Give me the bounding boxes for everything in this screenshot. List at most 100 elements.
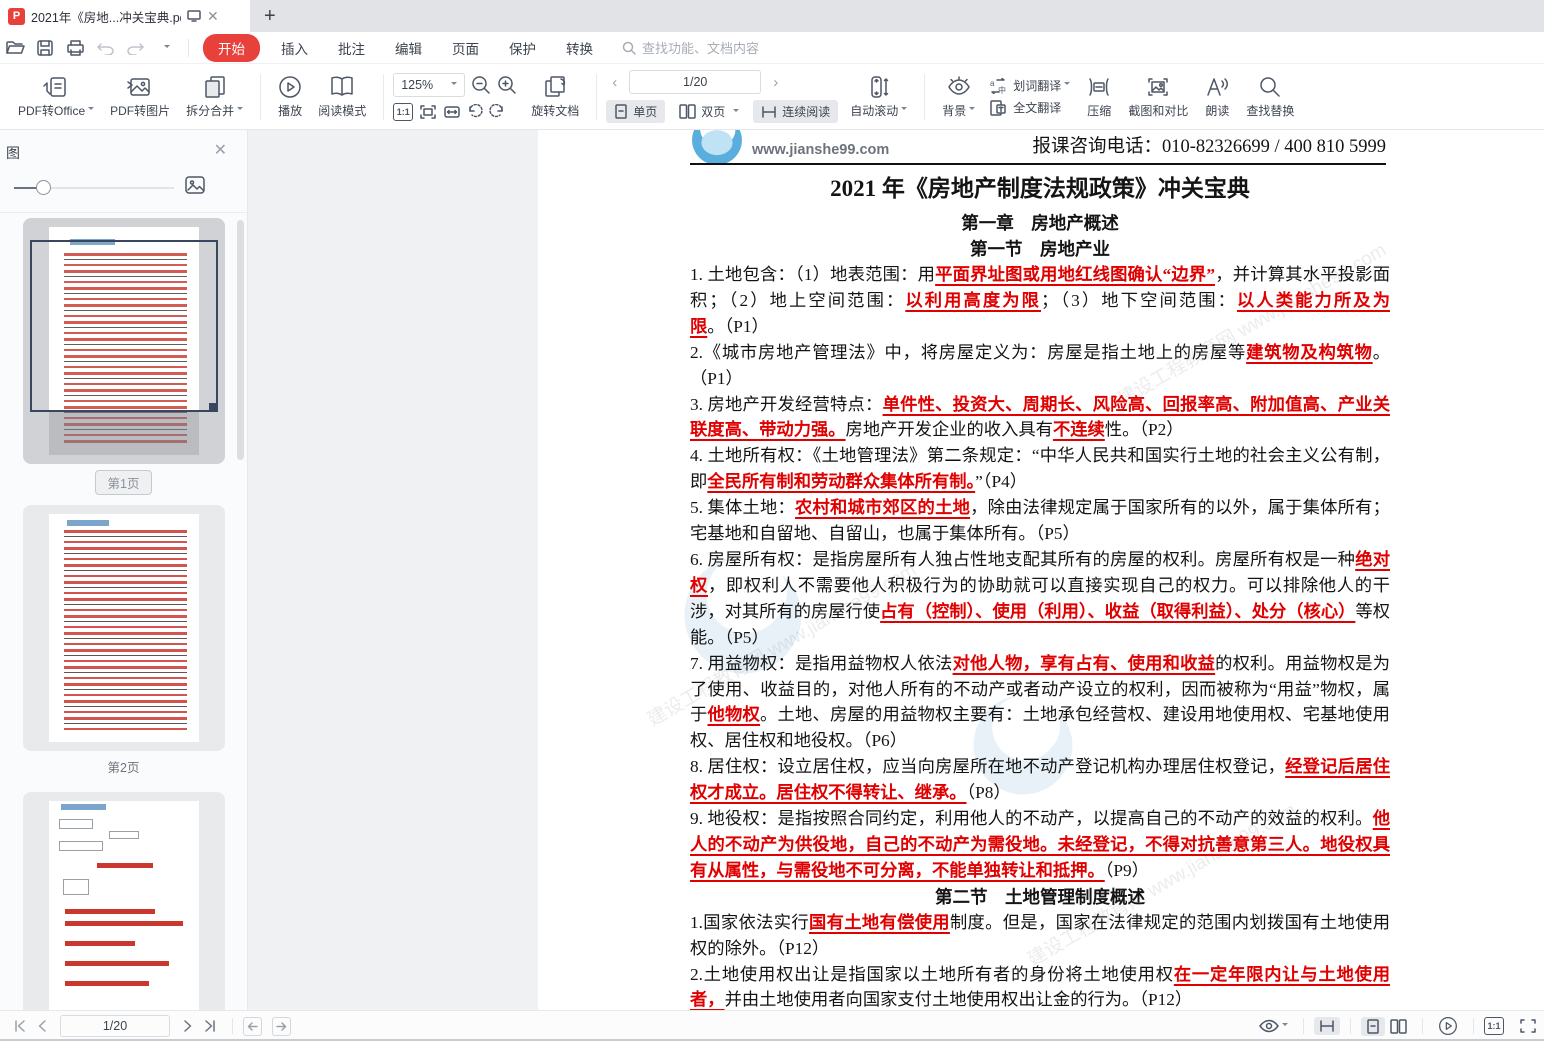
- next-page-icon[interactable]: ›: [767, 74, 784, 91]
- word-translate-icon: a中: [989, 78, 1007, 94]
- find-replace-button[interactable]: 查找替换: [1238, 73, 1302, 120]
- read-mode-icon: [328, 75, 356, 99]
- play-button[interactable]: [1433, 1014, 1463, 1038]
- thumbnail-size-slider[interactable]: [14, 180, 174, 196]
- single-page-toggle[interactable]: 单页: [606, 100, 665, 123]
- thumbnail-page-1[interactable]: [23, 218, 225, 464]
- slider-knob[interactable]: [36, 180, 51, 195]
- last-page-icon[interactable]: [198, 1018, 222, 1034]
- continuous-reading-icon: [761, 105, 777, 119]
- document-viewer[interactable]: 建设工程教育网 www.jianshe99.com 建设工程教育网 www.ji…: [248, 130, 1544, 1010]
- redo-icon[interactable]: [120, 36, 150, 60]
- chapter-heading: 第一章 房地产概述: [690, 210, 1390, 236]
- tab-bar: P 2021年《房地...冲关宝典.pdf ✕ +: [0, 0, 1544, 32]
- search-placeholder: 查找功能、文档内容: [642, 38, 759, 57]
- play-icon: [278, 75, 302, 99]
- background-eye-icon[interactable]: [1254, 1017, 1293, 1035]
- zoom-out-icon[interactable]: [471, 75, 491, 95]
- view-forward-button[interactable]: [272, 1017, 291, 1036]
- actual-size-button[interactable]: 1:1: [1484, 1017, 1504, 1035]
- auto-scroll-button[interactable]: 自动滚动: [842, 73, 915, 120]
- doc-paragraph: 1.国家依法实行国有土地有偿使用制度。但是，国家在法律规定的范围内划拨国有土地使…: [690, 910, 1390, 962]
- play-button[interactable]: 播放: [270, 73, 310, 120]
- next-page-icon[interactable]: [178, 1018, 198, 1034]
- fit-page-button[interactable]: [1514, 1016, 1542, 1036]
- new-tab-button[interactable]: +: [250, 0, 290, 32]
- previous-page-icon[interactable]: [32, 1018, 52, 1034]
- word-translate-button[interactable]: a中 划词翻译: [989, 78, 1070, 94]
- sidebar-scrollbar[interactable]: [237, 220, 244, 460]
- menu-item-protect[interactable]: 保护: [494, 33, 551, 63]
- continuous-reading-toggle[interactable]: 连续阅读: [753, 100, 838, 123]
- save-icon[interactable]: [30, 36, 60, 60]
- menu-item-edit[interactable]: 编辑: [380, 33, 437, 63]
- document-content: www.jianshe99.com 报课咨询电话：010-82326699 / …: [690, 130, 1390, 1010]
- thumbnail-panel: 图 ✕ 第1页 第2页: [0, 130, 248, 1010]
- divider: [260, 74, 261, 120]
- compress-button[interactable]: 压缩: [1078, 73, 1120, 120]
- search-box[interactable]: 查找功能、文档内容: [622, 38, 759, 57]
- viewport-rectangle[interactable]: [30, 240, 218, 412]
- thumbnail-page-2[interactable]: [23, 505, 225, 751]
- section2-heading: 第二节 土地管理制度概述: [690, 884, 1390, 910]
- pdf-to-image-button[interactable]: PDF转图片: [102, 73, 178, 120]
- close-panel-icon[interactable]: ✕: [214, 140, 227, 160]
- single-page-toggle[interactable]: [1361, 1017, 1385, 1036]
- menu-item-page[interactable]: 页面: [437, 33, 494, 63]
- open-file-icon[interactable]: [0, 36, 30, 60]
- menu-item-convert[interactable]: 转换: [551, 33, 608, 63]
- pdf-to-office-button[interactable]: PDF转Office: [10, 73, 102, 120]
- status-bar: 1/20 1:1: [0, 1010, 1544, 1041]
- double-page-toggle[interactable]: 双页: [671, 100, 747, 123]
- divider: [0, 212, 247, 213]
- zoom-in-icon[interactable]: [497, 75, 517, 95]
- rotate-left-icon[interactable]: [467, 104, 483, 120]
- previous-page-icon[interactable]: ‹: [606, 74, 623, 91]
- undo-icon[interactable]: [90, 36, 120, 60]
- close-tab-icon[interactable]: ✕: [207, 8, 219, 25]
- menu-bar: 开始 插入 批注 编辑 页面 保护 转换 查找功能、文档内容: [0, 32, 1544, 64]
- compress-icon: [1086, 75, 1112, 99]
- fit-page-icon[interactable]: [419, 104, 437, 120]
- continuous-reading-toggle[interactable]: [1314, 1017, 1340, 1035]
- divider: [924, 74, 925, 120]
- doc-paragraph: 6. 房屋所有权：是指房屋所有人独占性地支配其所有的房屋的权利。房屋所有权是一种…: [690, 547, 1390, 651]
- divider: [188, 39, 189, 57]
- pdf-file-icon: P: [8, 8, 25, 25]
- print-icon[interactable]: [60, 36, 90, 60]
- menu-item-insert[interactable]: 插入: [266, 33, 323, 63]
- page-indicator-input[interactable]: 1/20: [60, 1015, 170, 1037]
- fit-width-icon[interactable]: [443, 104, 461, 120]
- screenshot-compare-button[interactable]: 截图和对比: [1120, 73, 1196, 120]
- menu-item-annotate[interactable]: 批注: [323, 33, 380, 63]
- quickbar-dropdown-icon[interactable]: [150, 36, 180, 60]
- read-mode-button[interactable]: 阅读模式: [310, 73, 374, 120]
- first-page-icon[interactable]: [8, 1018, 32, 1034]
- full-translate-icon: [989, 100, 1007, 116]
- thumbnail-page-3[interactable]: [23, 792, 225, 1010]
- view-back-button[interactable]: [243, 1017, 262, 1036]
- split-merge-button[interactable]: 拆分合并: [178, 73, 251, 120]
- thumbnail-size-icon[interactable]: [185, 176, 205, 199]
- full-translate-button[interactable]: 全文翻译: [989, 100, 1070, 116]
- double-page-toggle[interactable]: [1385, 1017, 1412, 1036]
- read-aloud-button[interactable]: 朗读: [1196, 73, 1238, 120]
- zoom-level-select[interactable]: 125%: [393, 73, 465, 97]
- rotate-right-icon[interactable]: [489, 104, 505, 120]
- menu-item-start[interactable]: 开始: [203, 34, 260, 62]
- svg-text:a: a: [990, 79, 995, 88]
- tab-title: 2021年《房地...冲关宝典.pdf: [31, 7, 181, 26]
- toolbar: PDF转Office PDF转图片 拆分合并 播放 阅读模式 125% 1:1: [0, 64, 1544, 130]
- document-tab[interactable]: P 2021年《房地...冲关宝典.pdf ✕: [0, 0, 250, 32]
- single-page-icon: [614, 104, 628, 119]
- header-rule: [690, 163, 1386, 165]
- rotate-document-button[interactable]: 旋转文档: [523, 73, 587, 120]
- actual-size-button[interactable]: 1:1: [393, 103, 413, 121]
- section1-paragraphs: 1. 土地包含：（1）地表范围：用平面界址图或用地红线图确认“边界”，并计算其水…: [690, 262, 1390, 884]
- divider: [1422, 1018, 1423, 1034]
- background-button[interactable]: 背景: [934, 73, 983, 120]
- doc-paragraph: 9. 地役权：是指按照合同约定，利用他人的不动产，以提高自己的不动产的效益的权利…: [690, 806, 1390, 884]
- monitor-icon[interactable]: [187, 10, 201, 22]
- page-indicator-input[interactable]: 1/20: [629, 70, 761, 94]
- doc-paragraph: 3. 房地产开发经营特点：单件性、投资大、周期长、风险高、回报率高、附加值高、产…: [690, 392, 1390, 444]
